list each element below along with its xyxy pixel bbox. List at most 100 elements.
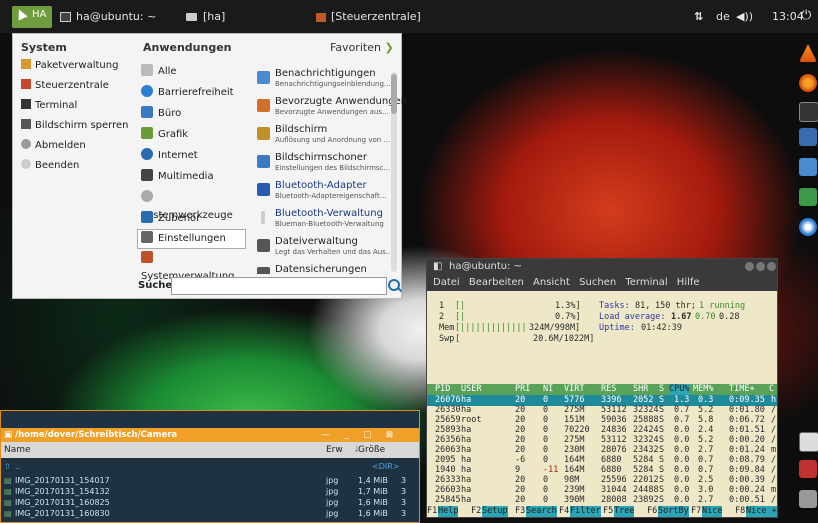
fkey-8-label[interactable]: Nice + bbox=[746, 506, 777, 517]
thunderbird-icon[interactable] bbox=[799, 218, 817, 236]
taskbar-control-center[interactable]: [Steuerzentrale] bbox=[316, 8, 421, 26]
drive-icon[interactable] bbox=[799, 490, 817, 508]
settings-item-bildschirmschoner[interactable]: Bildschirmschoner Einstellungen des Bilds… bbox=[257, 152, 390, 178]
system-item-lock-screen[interactable]: Bildschirm sperren bbox=[21, 118, 128, 134]
fkey-4-label[interactable]: Filter bbox=[570, 506, 601, 517]
process-row[interactable]: 25845 ha 20 0 390M 28008 23892 S 0.0 2.7 0:00.51 / bbox=[427, 495, 777, 506]
process-table-header[interactable]: PID USER PRI NI VIRT RES SHR S CPU% MEM%… bbox=[427, 384, 777, 395]
fkey-2-label[interactable]: Setup bbox=[482, 506, 508, 517]
file-row[interactable]: ▤ IMG_20170131_154132 jpg 1,7 MiB 3 bbox=[1, 486, 419, 497]
favorites-button[interactable]: Favoriten ❯ bbox=[330, 41, 394, 54]
clock[interactable]: 13:04 bbox=[772, 8, 804, 26]
trash-icon[interactable] bbox=[799, 460, 817, 478]
menu-button[interactable]: HA bbox=[12, 6, 52, 28]
calc-icon[interactable] bbox=[799, 188, 817, 206]
settings-item-title: Bildschirmschoner bbox=[275, 152, 368, 163]
file-manager-titlebar[interactable]: ▣ /home/dover/Schreibtisch/Camera — _ □ … bbox=[1, 428, 419, 442]
close-button[interactable] bbox=[767, 262, 776, 271]
settings-item-bildschirm[interactable]: Bildschirm Auflösung und Anordnung von ..… bbox=[257, 124, 390, 150]
taskbar-terminal[interactable]: ha@ubuntu: ~ bbox=[60, 8, 156, 26]
col-pri[interactable]: PRI bbox=[515, 384, 530, 395]
category-systemwerkzeuge[interactable]: Systemwerkzeuge bbox=[141, 189, 241, 221]
col-pid[interactable]: PID bbox=[435, 384, 450, 395]
system-item-shutdown[interactable]: Beenden bbox=[21, 158, 79, 174]
fkey-3-key[interactable]: F3 bbox=[515, 506, 525, 517]
fkey-3-label[interactable]: Search bbox=[526, 506, 557, 517]
search-input[interactable] bbox=[171, 277, 387, 295]
firefox-icon[interactable] bbox=[799, 74, 817, 92]
category-alle[interactable]: Alle bbox=[141, 63, 241, 81]
menu-terminal[interactable]: Terminal bbox=[625, 277, 667, 288]
keyboard-layout[interactable]: de bbox=[716, 8, 730, 26]
taskbar-folder[interactable]: [ha] bbox=[186, 8, 225, 26]
settings-item-benachrichtigungen[interactable]: Benachrichtigungen Benachrichtigungseinbl… bbox=[257, 68, 391, 94]
category-internet[interactable]: Internet bbox=[141, 147, 241, 165]
search-icon[interactable] bbox=[388, 279, 400, 291]
swp-bar: [ bbox=[455, 334, 461, 344]
col-ni[interactable]: NI bbox=[543, 384, 553, 395]
settings-item-bluetooth-adapter[interactable]: Bluetooth-Adapter Bluetooth-Adaptereigens… bbox=[257, 180, 389, 206]
menu-hilfe[interactable]: Hilfe bbox=[677, 277, 700, 288]
settings-item-bevorzugte-anwendungen[interactable]: Bevorzugte Anwendungen Bevorzugte Anwendu… bbox=[257, 96, 407, 122]
category-grafik[interactable]: Grafik bbox=[141, 126, 241, 144]
parent-dir-row[interactable]: ⇧ .. <DIR> bbox=[1, 461, 419, 472]
menu-scrollbar[interactable] bbox=[391, 72, 397, 272]
col-name[interactable]: Name bbox=[4, 442, 31, 458]
menu-suchen[interactable]: Suchen bbox=[579, 277, 616, 288]
menu-bearbeiten[interactable]: Bearbeiten bbox=[469, 277, 524, 288]
maximize-button[interactable] bbox=[756, 262, 765, 271]
screenshot-icon[interactable] bbox=[799, 128, 817, 146]
system-item-paketverwaltung[interactable]: Paketverwaltung bbox=[21, 58, 118, 74]
system-item-steuerzentrale[interactable]: Steuerzentrale bbox=[21, 78, 109, 94]
settings-item-dateiverwaltung[interactable]: Dateiverwaltung Legt das Verhalten und da… bbox=[257, 236, 393, 262]
fkey-5-key[interactable]: F5 bbox=[603, 506, 613, 517]
fkey-5-label[interactable]: Tree bbox=[614, 506, 635, 517]
file-row[interactable]: ▤ IMG_20170131_160830 jpg 1,6 MiB 3 bbox=[1, 508, 419, 519]
fkey-6-key[interactable]: F6 bbox=[647, 506, 657, 517]
fkey-4-key[interactable]: F4 bbox=[559, 506, 569, 517]
col-res[interactable]: RES bbox=[601, 384, 616, 395]
menu-ansicht[interactable]: Ansicht bbox=[533, 277, 570, 288]
category-zubehoer[interactable]: Zubehör bbox=[141, 210, 241, 228]
col-s[interactable]: S bbox=[659, 384, 664, 395]
terminal-launcher-icon[interactable] bbox=[799, 102, 818, 122]
col-cpu[interactable]: CPU% bbox=[669, 384, 690, 395]
fkey-7-label[interactable]: Nice bbox=[702, 506, 723, 517]
category-barrierefreiheit[interactable]: Barrierefreiheit bbox=[141, 84, 241, 102]
system-item-terminal[interactable]: Terminal bbox=[21, 98, 77, 114]
htop-view[interactable]: 1 [| 1.3%] 2 [| 0.7%] Mem [|||||||||||||… bbox=[427, 291, 777, 517]
settings-item-bluetooth-verwaltung[interactable]: Bluetooth-Verwaltung Blueman-Bluetooth-Ve… bbox=[257, 208, 389, 234]
scrollbar-thumb[interactable] bbox=[391, 74, 397, 114]
col-command[interactable]: C bbox=[769, 384, 774, 395]
category-buero[interactable]: Büro bbox=[141, 105, 241, 123]
file-row[interactable]: ▤ IMG_20170131_154017 jpg 1,4 MiB 3 bbox=[1, 475, 419, 486]
writer-icon[interactable] bbox=[799, 158, 817, 176]
volume-icon[interactable]: ◀)) bbox=[736, 8, 753, 26]
category-multimedia[interactable]: Multimedia bbox=[141, 168, 241, 186]
window-controls[interactable]: — _ □ ⊠ bbox=[321, 428, 399, 442]
minimize-button[interactable] bbox=[745, 262, 754, 271]
system-item-logout[interactable]: Abmelden bbox=[21, 138, 86, 154]
file-row[interactable]: ▤ IMG_20170131_160825 jpg 1,6 MiB 3 bbox=[1, 497, 419, 508]
fkey-8-key[interactable]: F8 bbox=[735, 506, 745, 517]
network-icon[interactable]: ⇅ bbox=[694, 8, 703, 26]
fkey-7-key[interactable]: F7 bbox=[691, 506, 701, 517]
col-ext[interactable]: Erw bbox=[326, 442, 343, 458]
menu-datei[interactable]: Datei bbox=[433, 277, 460, 288]
settings-item-datensicherungen[interactable]: Datensicherungen bbox=[257, 264, 389, 274]
fkey-2-key[interactable]: F2 bbox=[471, 506, 481, 517]
fkey-1-key[interactable]: F1 bbox=[427, 506, 437, 517]
col-shr[interactable]: SHR bbox=[633, 384, 648, 395]
category-einstellungen[interactable]: Einstellungen bbox=[137, 229, 246, 249]
category-systemverwaltung[interactable]: Systemverwaltung bbox=[141, 250, 241, 282]
fkey-1-label[interactable]: Help bbox=[438, 506, 459, 517]
window-list-icon[interactable] bbox=[799, 432, 818, 452]
col-time[interactable]: TIME+ bbox=[729, 384, 755, 395]
col-size[interactable]: Größe bbox=[358, 442, 385, 458]
power-icon[interactable]: ⏻ bbox=[801, 7, 811, 25]
fkey-6-label[interactable]: SortBy bbox=[658, 506, 689, 517]
col-virt[interactable]: VIRT bbox=[564, 384, 584, 395]
col-user[interactable]: USER bbox=[461, 384, 481, 395]
col-mem[interactable]: MEM% bbox=[693, 384, 713, 395]
terminal-titlebar[interactable]: ◧ ha@ubuntu: ~ bbox=[427, 259, 777, 275]
